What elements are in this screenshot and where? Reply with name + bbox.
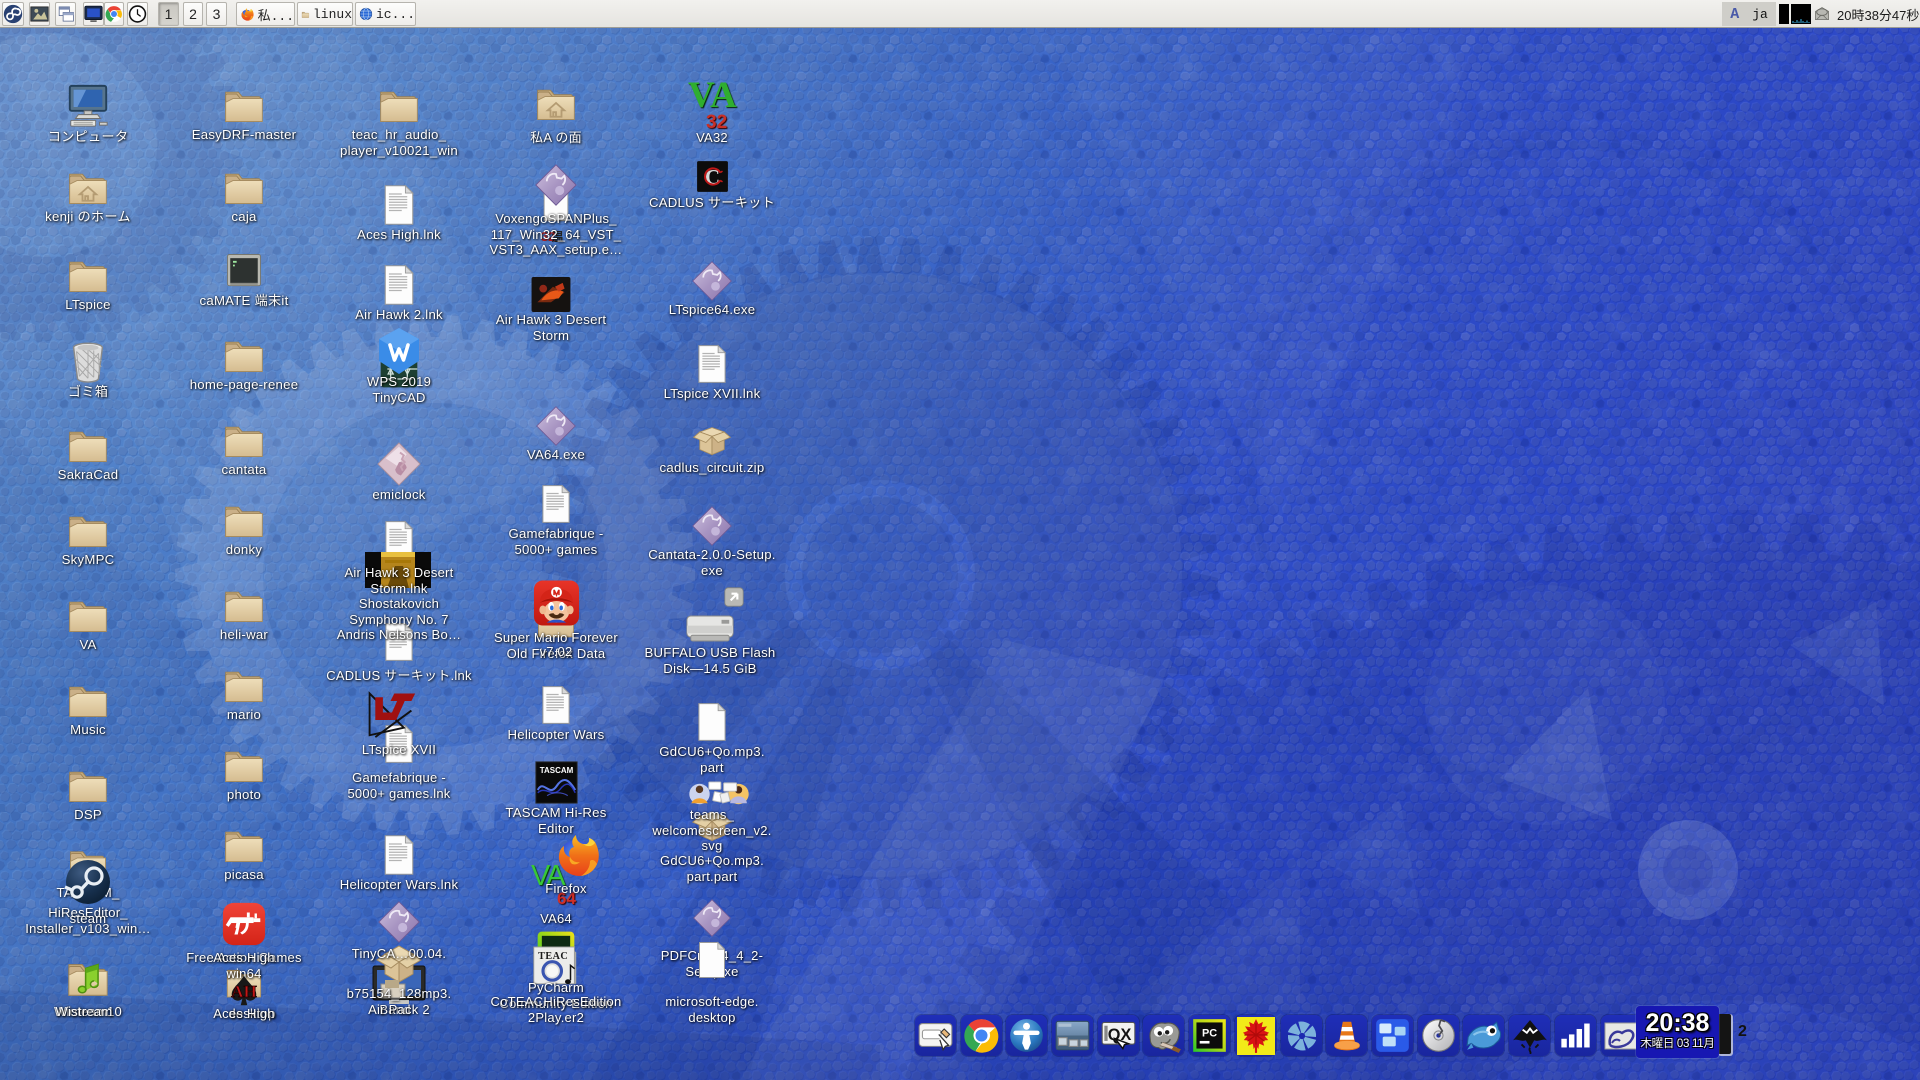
svg-text:PC: PC [1202, 1028, 1217, 1040]
